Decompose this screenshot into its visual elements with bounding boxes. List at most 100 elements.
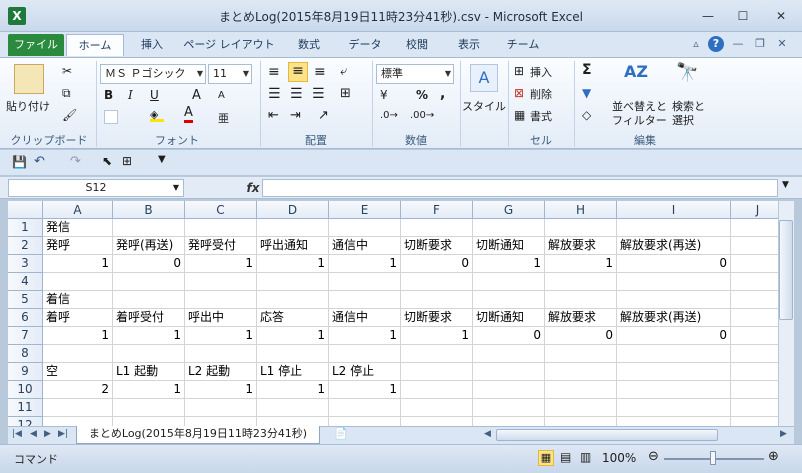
cell[interactable] [43, 399, 113, 417]
cell[interactable]: 切断通知 [473, 237, 545, 255]
cell[interactable]: 解放要求(再送) [617, 309, 731, 327]
insert-cells-icon[interactable]: ⊞ [514, 64, 524, 78]
cell[interactable] [401, 399, 473, 417]
cell[interactable]: 0 [617, 327, 731, 345]
cell[interactable]: 空 [43, 363, 113, 381]
hscroll-right-icon[interactable]: ▶ [780, 429, 787, 439]
comma-button[interactable]: , [440, 86, 445, 102]
new-sheet-icon[interactable]: 📄 [334, 427, 348, 440]
cell[interactable]: 1 [329, 381, 401, 399]
cell[interactable] [329, 345, 401, 363]
cell[interactable] [731, 417, 778, 426]
column-header-f[interactable]: F [401, 201, 473, 219]
help-icon[interactable]: ? [708, 36, 724, 52]
cell[interactable]: 0 [617, 255, 731, 273]
cell[interactable] [43, 345, 113, 363]
tab-formulas[interactable]: 数式 [286, 34, 332, 56]
column-header-c[interactable]: C [185, 201, 257, 219]
cell[interactable]: L1 停止 [257, 363, 329, 381]
cell[interactable]: 発呼(再送) [113, 237, 185, 255]
name-box[interactable]: S12 ▼ [8, 179, 184, 197]
cell[interactable] [617, 273, 731, 291]
cell[interactable] [113, 219, 185, 237]
cell[interactable]: L1 起動 [113, 363, 185, 381]
cell[interactable] [113, 273, 185, 291]
cell[interactable] [473, 363, 545, 381]
undo-icon[interactable]: ↶ [34, 154, 45, 169]
cell[interactable]: 1 [257, 255, 329, 273]
zoom-in-icon[interactable]: ⊕ [768, 449, 779, 464]
ribbon-collapse-icon[interactable]: ▵ [688, 36, 704, 52]
cell[interactable]: 1 [401, 327, 473, 345]
select-cursor-icon[interactable]: ⬉ [102, 154, 112, 168]
cell[interactable] [473, 417, 545, 426]
cell[interactable] [257, 273, 329, 291]
cell[interactable] [401, 219, 473, 237]
cell[interactable] [545, 363, 617, 381]
cell[interactable] [731, 327, 778, 345]
insert-function-button[interactable]: fx [244, 179, 262, 197]
cell[interactable] [617, 345, 731, 363]
cell[interactable]: 発呼 [43, 237, 113, 255]
cell[interactable] [731, 237, 778, 255]
cell[interactable]: 呼出通知 [257, 237, 329, 255]
format-cells-button[interactable]: 書式 [530, 108, 552, 124]
cell[interactable] [401, 363, 473, 381]
minimize-button[interactable]: — [695, 6, 721, 26]
autosum-icon[interactable]: Σ [582, 62, 592, 78]
cell[interactable] [731, 309, 778, 327]
tab-page-layout[interactable]: ページ レイアウト [180, 34, 278, 56]
cell[interactable] [401, 417, 473, 426]
cell[interactable] [257, 291, 329, 309]
row-header[interactable]: 8 [8, 345, 43, 363]
cell[interactable]: 0 [401, 255, 473, 273]
close-button[interactable]: ✕ [768, 6, 794, 26]
cell[interactable] [545, 381, 617, 399]
cell[interactable] [545, 345, 617, 363]
formula-input[interactable] [262, 179, 778, 197]
cell[interactable] [473, 399, 545, 417]
cell[interactable] [401, 381, 473, 399]
tab-view[interactable]: 表示 [448, 34, 490, 56]
cell[interactable] [329, 219, 401, 237]
find-select-icon[interactable]: 🔭 [676, 62, 698, 83]
spreadsheet-grid[interactable]: A B C D E F G H I J 1 発信 2 発呼 発呼(再送) 発呼受付 呼出通知 通信中 切断要求 切断通… [8, 201, 778, 426]
cell[interactable]: 1 [257, 381, 329, 399]
cell[interactable] [113, 399, 185, 417]
cell[interactable] [257, 345, 329, 363]
cell[interactable]: L2 起動 [185, 363, 257, 381]
cell[interactable] [329, 291, 401, 309]
cell[interactable] [473, 381, 545, 399]
styles-button[interactable]: スタイル [462, 98, 506, 114]
format-painter-icon[interactable]: 🖌 [62, 108, 77, 122]
row-header[interactable]: 6 [8, 309, 43, 327]
cell[interactable]: 1 [329, 327, 401, 345]
copy-icon[interactable]: ⧉ [62, 86, 71, 101]
cell[interactable] [185, 291, 257, 309]
cell[interactable]: 1 [113, 327, 185, 345]
cell[interactable]: 発呼受付 [185, 237, 257, 255]
workbook-close-icon[interactable]: ✕ [774, 36, 790, 52]
align-middle-icon[interactable]: ≡ [288, 62, 308, 82]
delete-cells-icon[interactable]: ⊠ [514, 86, 524, 100]
row-header[interactable]: 5 [8, 291, 43, 309]
column-header-b[interactable]: B [113, 201, 185, 219]
align-bottom-icon[interactable]: ≡ [314, 64, 326, 80]
underline-button[interactable]: U [150, 88, 159, 102]
save-icon[interactable]: 💾 [12, 155, 27, 169]
cell[interactable] [473, 273, 545, 291]
cell[interactable] [113, 417, 185, 426]
tab-data[interactable]: データ [340, 34, 390, 56]
fill-color-icon[interactable]: ◈ [150, 108, 164, 122]
row-header[interactable]: 12 [8, 417, 43, 426]
cell[interactable]: 1 [185, 327, 257, 345]
chevron-down-icon[interactable]: ▼ [445, 65, 451, 83]
cell[interactable] [43, 417, 113, 426]
maximize-button[interactable]: ☐ [730, 6, 756, 26]
font-color-button[interactable]: A [184, 106, 193, 123]
cell[interactable] [617, 363, 731, 381]
sort-filter-label-2[interactable]: フィルター [612, 112, 667, 128]
paste-button[interactable]: 貼り付け [6, 98, 50, 114]
paste-icon[interactable] [14, 64, 44, 94]
cell[interactable] [617, 399, 731, 417]
